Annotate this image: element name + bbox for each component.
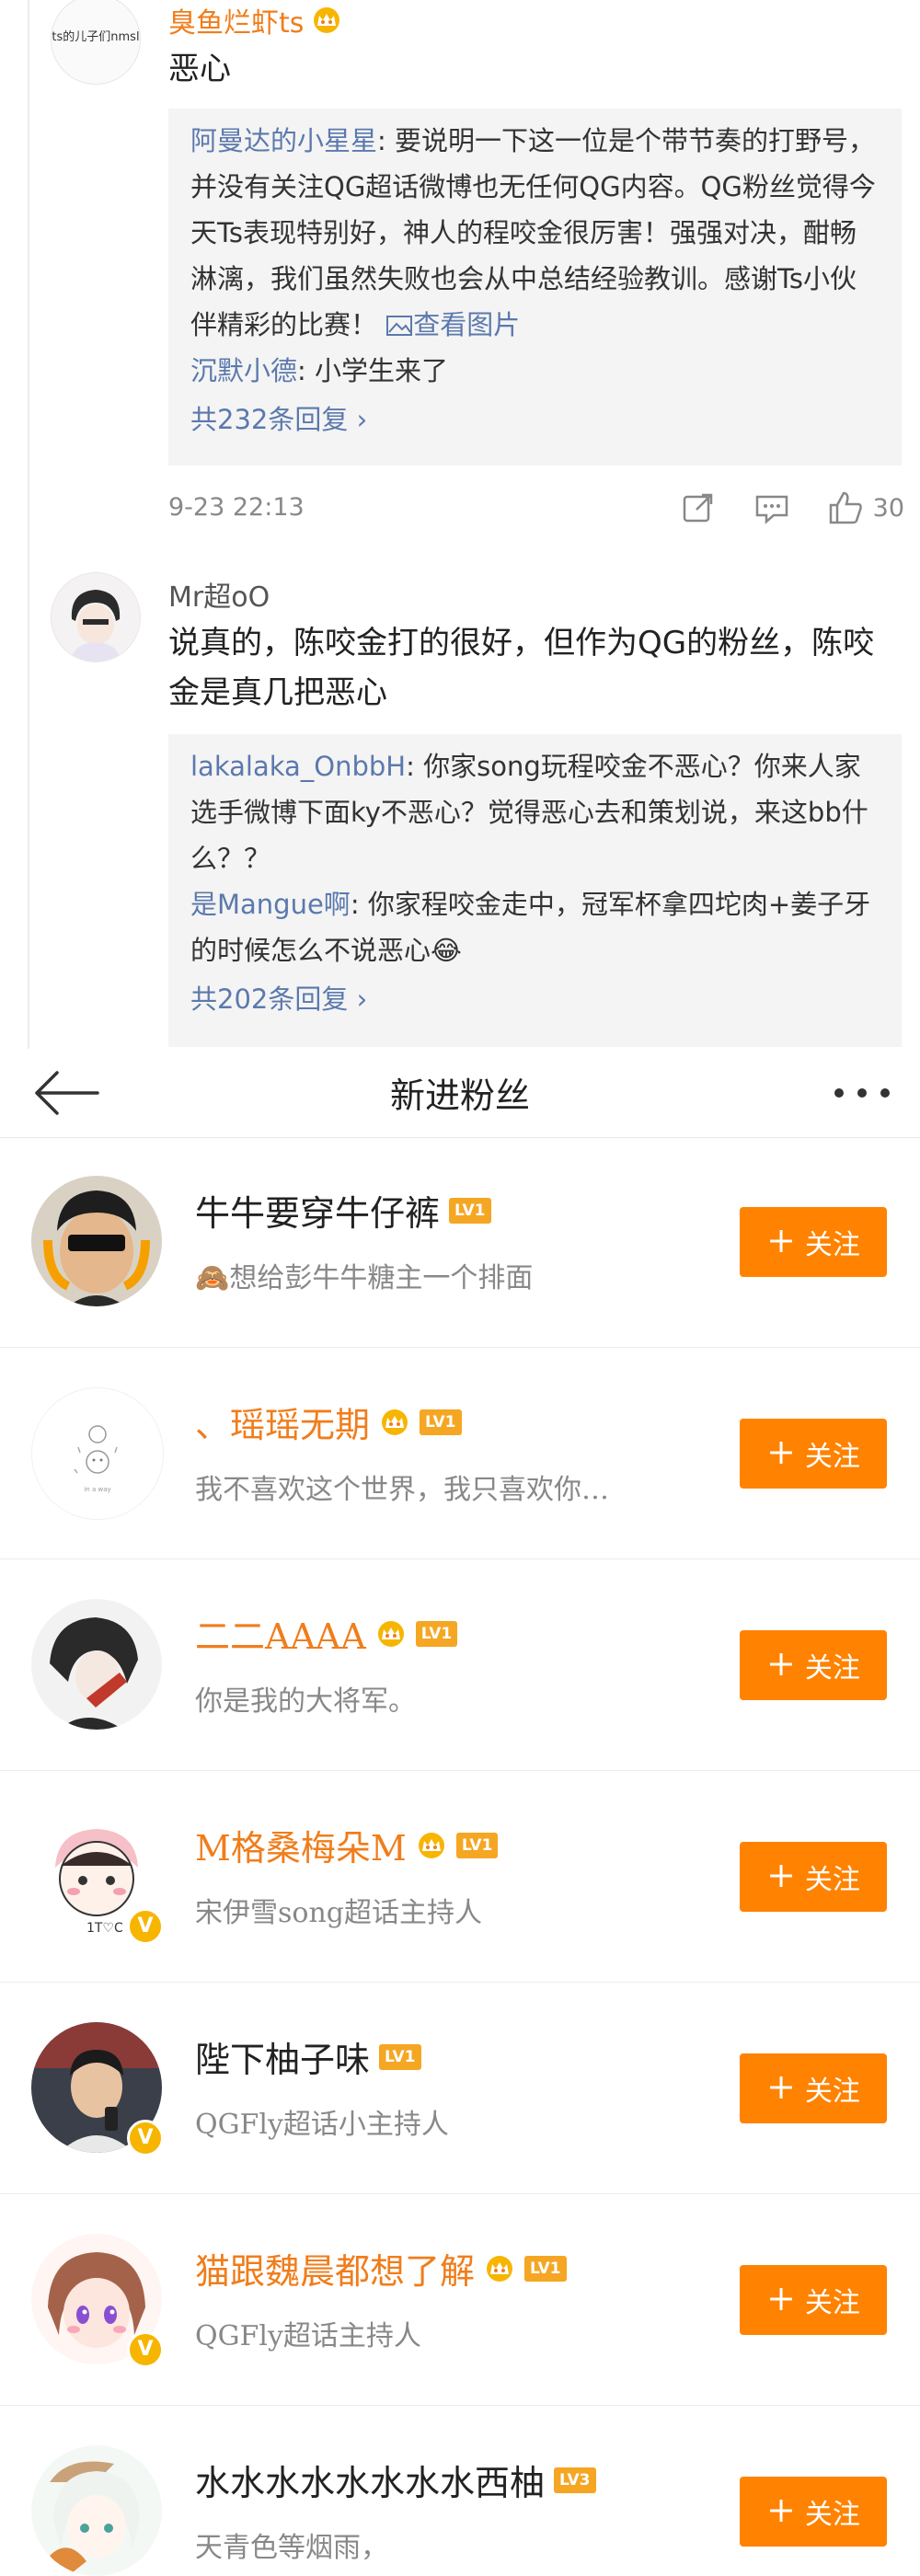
fan-description: QGFly超话主持人 — [195, 2320, 421, 2352]
comment-username[interactable]: 臭鱼烂虾ts — [168, 0, 342, 40]
fan-name[interactable]: 二二AAAA LV1 — [195, 1608, 458, 1659]
reply-box[interactable]: lakalaka_OnbbH: 你家song玩程咬金不恶心？你来人家选手微博下面… — [168, 734, 902, 1047]
reply-username[interactable]: 沉默小德 — [190, 355, 297, 386]
nav-bar: 新进粉丝 — [0, 1049, 920, 1138]
plus-icon: + — [766, 1855, 796, 1895]
avatar-image — [52, 573, 140, 661]
reply-item: lakalaka_OnbbH: 你家song玩程咬金不恶心？你来人家选手微博下面… — [190, 751, 868, 874]
plus-icon: + — [766, 1432, 796, 1472]
avatar[interactable]: ts的儿子们nmsl — [51, 0, 141, 85]
fan-row[interactable]: 水水水水水水水水西柚 LV3 天青色等烟雨， + 关注 — [0, 2407, 920, 2576]
fan-row[interactable]: in a way 、瑶瑶无期 LV1 我不喜欢这个世界，我只喜欢你… + 关注 — [0, 1349, 920, 1559]
crown-icon — [314, 7, 340, 33]
reply-item: 沉默小德: 小学生来了 — [190, 355, 449, 386]
follow-button[interactable]: + 关注 — [740, 1842, 887, 1912]
new-fans-page: 新进粉丝 牛牛要穿牛仔裤 LV1 🙈想给彭牛牛糖主一个排面 + 关注 in a w… — [0, 1049, 920, 2576]
plus-icon: + — [766, 1220, 796, 1260]
avatar-text: ts的儿子们nmsl — [52, 30, 140, 44]
verified-badge-icon: V — [127, 2120, 164, 2156]
fan-description: 你是我的大将军。 — [195, 1685, 416, 1718]
fan-description: 天青色等烟雨， — [195, 2532, 388, 2564]
crown-icon — [487, 2255, 513, 2282]
follow-button[interactable]: + 关注 — [740, 1207, 887, 1277]
level-badge: LV1 — [524, 2255, 567, 2282]
comment-item: Mr超oO 说真的，陈咬金打的很好，但作为QG的粉丝，陈咬金是真几把恶心 lak… — [0, 563, 920, 1049]
fan-row[interactable]: 二二AAAA LV1 你是我的大将军。 + 关注 — [0, 1560, 920, 1771]
fan-row[interactable]: 猫跟魏晨都想了解 LV1 QGFly超话主持人 V + 关注 — [0, 2195, 920, 2406]
verified-badge-icon: V — [127, 2331, 164, 2368]
reply-text: 小学生来了 — [315, 355, 449, 386]
comment-section: ts的儿子们nmsl 臭鱼烂虾ts 恶心 阿曼达的小星星: 要说明一下这一位是个… — [0, 0, 920, 1049]
comment-username[interactable]: Mr超oO — [168, 574, 270, 615]
follow-button[interactable]: + 关注 — [740, 2477, 887, 2547]
avatar[interactable] — [51, 572, 141, 662]
fan-description: 🙈想给彭牛牛糖主一个排面 — [195, 1262, 534, 1294]
avatar-image: in a way — [32, 1388, 163, 1519]
level-badge: LV1 — [455, 1832, 499, 1858]
like-count: 30 — [872, 493, 904, 523]
follow-button[interactable]: + 关注 — [740, 1419, 887, 1489]
crown-icon — [418, 1832, 444, 1858]
comment-text: 恶心 — [168, 51, 231, 87]
level-badge: LV1 — [379, 2043, 421, 2070]
reply-username[interactable]: lakalaka_OnbbH — [190, 751, 406, 782]
comment-time: 9-23 22:13 — [168, 493, 305, 522]
avatar[interactable] — [31, 1599, 162, 1730]
avatar-image — [31, 1599, 162, 1730]
plus-icon: + — [766, 2066, 796, 2107]
crown-icon — [382, 1409, 408, 1435]
reply-box[interactable]: 阿曼达的小星星: 要说明一下这一位是个带节奏的打野号，并没有关注QG超话微博也无… — [168, 109, 902, 466]
fan-name[interactable]: 牛牛要穿牛仔裤 LV1 — [195, 1185, 491, 1236]
reply-item: 是Mangue啊: 你家程咬金走中，冠军杯拿四坨肉+姜子牙的时候怎么不说恶心😂 — [190, 889, 871, 966]
plus-icon: + — [766, 2490, 796, 2530]
follow-button[interactable]: + 关注 — [740, 2053, 887, 2123]
plus-icon: + — [766, 1643, 796, 1684]
fan-description: 我不喜欢这个世界，我只喜欢你… — [195, 1474, 609, 1506]
level-badge: LV3 — [554, 2467, 596, 2493]
svg-text:in a way: in a way — [84, 1486, 110, 1493]
comment-icon[interactable] — [753, 489, 790, 526]
page-title: 新进粉丝 — [389, 1075, 530, 1116]
follow-button[interactable]: + 关注 — [740, 1630, 887, 1700]
reply-username[interactable]: 阿曼达的小星星 — [190, 125, 377, 156]
verified-badge-icon: V — [127, 1908, 164, 1945]
level-badge: LV1 — [415, 1620, 458, 1647]
more-replies-link[interactable]: 共202条回复 › — [190, 975, 881, 1023]
avatar[interactable] — [31, 2445, 162, 2576]
comment-text: 说真的，陈咬金打的很好，但作为QG的粉丝，陈咬金是真几把恶心 — [168, 625, 875, 711]
fan-name[interactable]: 猫跟魏晨都想了解 LV1 — [195, 2243, 567, 2294]
comment-item: ts的儿子们nmsl 臭鱼烂虾ts 恶心 阿曼达的小星星: 要说明一下这一位是个… — [0, 0, 920, 543]
comment-actions: 30 — [680, 489, 904, 526]
fan-description: QGFly超话小主持人 — [195, 2109, 449, 2141]
more-replies-link[interactable]: 共232条回复 › — [190, 396, 881, 443]
avatar[interactable] — [31, 1176, 162, 1306]
fan-row[interactable]: 1T♡C M格桑梅朵M LV1 宋伊雪song超话主持人 V + 关注 — [0, 1772, 920, 1983]
comment-meta: 9-23 22:13 30 — [168, 491, 904, 530]
like-icon[interactable] — [827, 489, 864, 526]
follow-button[interactable]: + 关注 — [740, 2265, 887, 2335]
avatar-image — [31, 1176, 162, 1306]
fan-row[interactable]: 牛牛要穿牛仔裤 LV1 🙈想给彭牛牛糖主一个排面 + 关注 — [0, 1137, 920, 1348]
more-options-icon[interactable] — [830, 1075, 894, 1111]
share-icon[interactable] — [680, 489, 717, 526]
fan-description: 宋伊雪song超话主持人 — [195, 1897, 482, 1929]
avatar-image — [31, 2445, 162, 2576]
reply-item: 阿曼达的小星星: 要说明一下这一位是个带节奏的打野号，并没有关注QG超话微博也无… — [190, 125, 876, 340]
level-badge: LV1 — [449, 1197, 491, 1224]
view-image-link[interactable]: 查看图片 — [385, 309, 520, 340]
fan-name[interactable]: M格桑梅朵M LV1 — [195, 1820, 499, 1870]
fan-name[interactable]: 水水水水水水水水西柚 LV3 — [195, 2455, 596, 2505]
fan-name[interactable]: 陛下柚子味 LV1 — [195, 2031, 421, 2082]
plus-icon: + — [766, 2278, 796, 2318]
image-icon — [386, 316, 413, 336]
reply-text: 要说明一下这一位是个带节奏的打野号，并没有关注QG超话微博也无任何QG内容。QG… — [190, 125, 876, 340]
fan-row[interactable]: 陛下柚子味 LV1 QGFly超话小主持人 V + 关注 — [0, 1984, 920, 2194]
crown-icon — [377, 1620, 404, 1647]
svg-text:1T♡C: 1T♡C — [86, 1921, 123, 1936]
fan-name[interactable]: 、瑶瑶无期 LV1 — [195, 1397, 462, 1447]
level-badge: LV1 — [420, 1409, 462, 1435]
reply-username[interactable]: 是Mangue啊 — [190, 889, 351, 920]
avatar[interactable]: in a way — [31, 1387, 164, 1520]
